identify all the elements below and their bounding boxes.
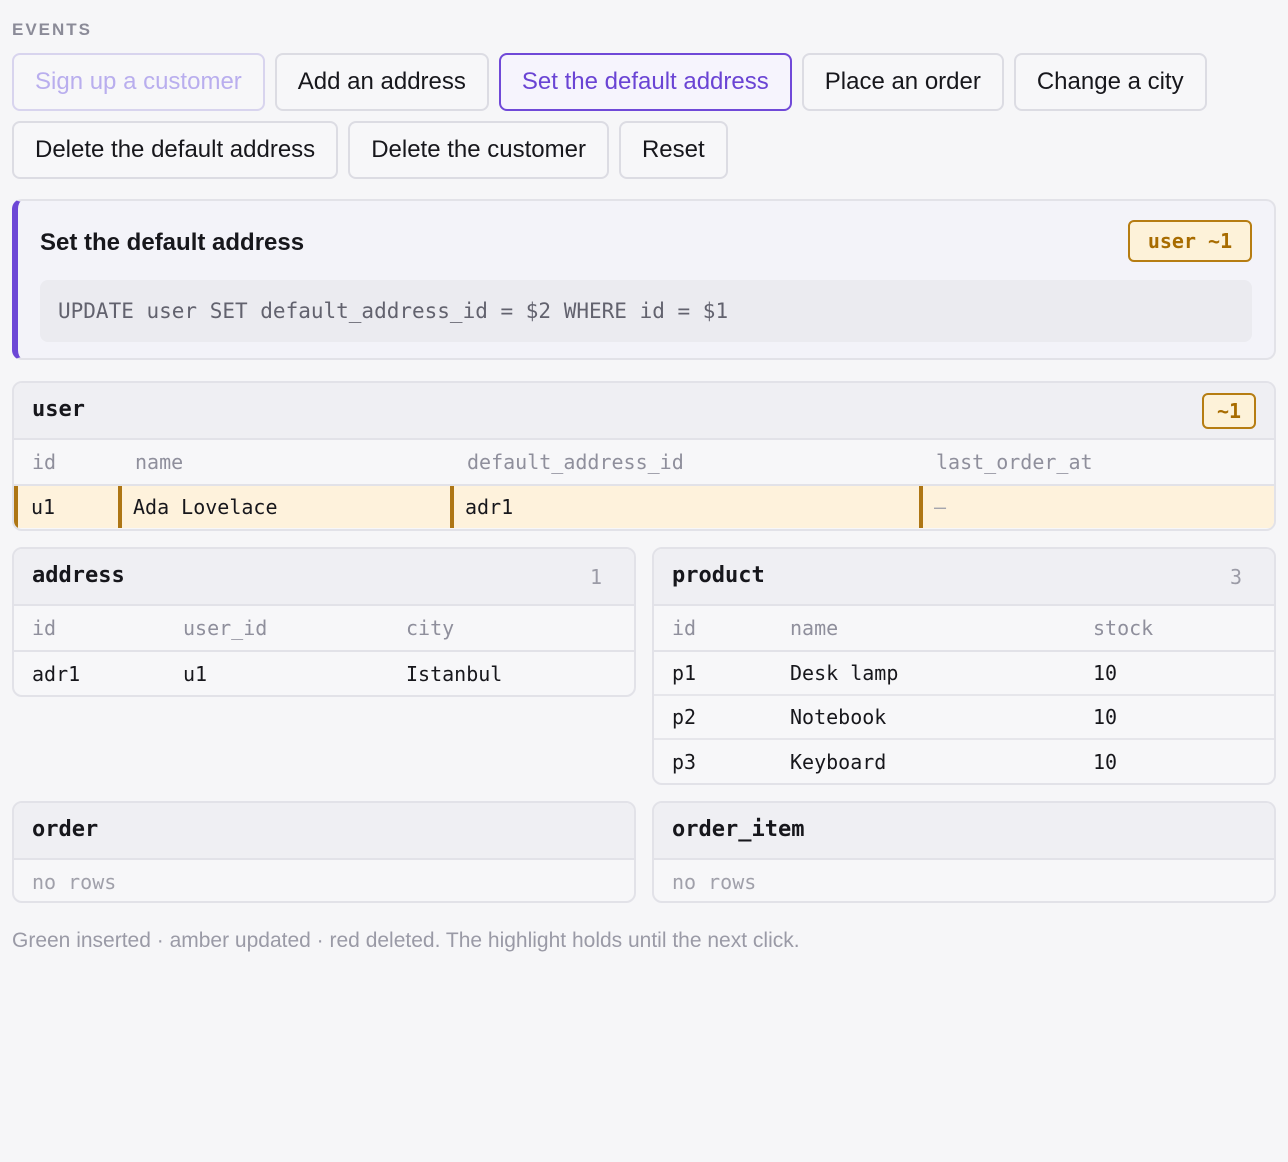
table-cell: Ada Lovelace <box>118 486 450 528</box>
table-cell: 10 <box>1093 661 1118 685</box>
table-cell: p1 <box>672 661 697 685</box>
delete-customer-button[interactable]: Delete the customer <box>348 121 609 179</box>
column-header: default_address_id <box>467 450 684 474</box>
row-count: 1 <box>589 565 602 589</box>
table-cell: 10 <box>1093 750 1118 774</box>
column-header: id <box>32 616 57 640</box>
product-table-header: product 3 <box>654 549 1274 606</box>
place-order-button[interactable]: Place an order <box>801 53 1004 111</box>
column-header: name <box>135 450 184 474</box>
delete-default-address-button[interactable]: Delete the default address <box>12 121 339 179</box>
user-table: user ~1 id name default_address_id last_… <box>12 381 1276 531</box>
event-buttons-row-2: Delete the default address Delete the cu… <box>12 121 728 179</box>
column-header: user_id <box>183 616 268 640</box>
column-header: id <box>672 616 697 640</box>
order-item-table: order_item no rows <box>652 801 1276 903</box>
table-name: user <box>32 397 85 422</box>
table-cell: adr1 <box>450 486 919 528</box>
reset-button[interactable]: Reset <box>618 121 728 179</box>
table-cell: Istanbul <box>406 662 503 686</box>
table-name: order_item <box>672 817 805 842</box>
change-badge: user ~1 <box>1128 220 1252 262</box>
events-label: EVENTS <box>12 20 93 39</box>
order-table-header: order <box>14 803 634 860</box>
column-header: id <box>32 450 57 474</box>
table-cell: p3 <box>672 750 697 774</box>
table-cell: 10 <box>1093 705 1118 729</box>
legend-note: Green inserted · amber updated · red del… <box>12 929 800 952</box>
table-cell: — <box>919 486 1274 528</box>
set-default-address-button[interactable]: Set the default address <box>498 53 792 111</box>
table-cell: Desk lamp <box>790 661 899 685</box>
table-name: address <box>32 563 125 588</box>
table-cell: adr1 <box>32 662 81 686</box>
table-cell: Keyboard <box>790 750 887 774</box>
table-row: adr1 u1 Istanbul <box>14 652 634 695</box>
table-cell: u1 <box>183 662 208 686</box>
table-row: p1 Desk lamp 10 <box>654 652 1274 696</box>
column-headers: id name stock <box>654 606 1274 652</box>
table-cell: p2 <box>672 705 697 729</box>
column-header: stock <box>1093 616 1154 640</box>
statement-title: Set the default address <box>40 229 305 256</box>
table-row: p2 Notebook 10 <box>654 696 1274 740</box>
address-table: address 1 id user_id city adr1 u1 Istanb… <box>12 547 636 697</box>
sql-statement: UPDATE user SET default_address_id = $2 … <box>40 280 1252 342</box>
change-count-badge: ~1 <box>1202 393 1256 429</box>
order-item-table-header: order_item <box>654 803 1274 860</box>
order-table: order no rows <box>12 801 636 903</box>
user-table-header: user ~1 <box>14 383 1274 440</box>
product-table: product 3 id name stock p1 Desk lamp 10 … <box>652 547 1276 785</box>
table-row: u1 Ada Lovelace adr1 — <box>14 486 1274 528</box>
table-row: p3 Keyboard 10 <box>654 740 1274 783</box>
empty-message: no rows <box>672 870 757 894</box>
row-count: 3 <box>1229 565 1242 589</box>
column-headers: id user_id city <box>14 606 634 652</box>
column-header: city <box>406 616 455 640</box>
sign-up-customer-button[interactable]: Sign up a customer <box>12 53 265 111</box>
table-cell: Notebook <box>790 705 887 729</box>
empty-message: no rows <box>32 870 117 894</box>
statement-panel: Set the default address user ~1 UPDATE u… <box>12 199 1276 360</box>
column-header: name <box>790 616 839 640</box>
table-name: product <box>672 563 765 588</box>
address-table-header: address 1 <box>14 549 634 606</box>
add-address-button[interactable]: Add an address <box>274 53 489 111</box>
change-city-button[interactable]: Change a city <box>1013 53 1207 111</box>
column-headers: id name default_address_id last_order_at <box>14 440 1274 486</box>
event-buttons-row-1: Sign up a customer Add an address Set th… <box>12 53 1207 111</box>
column-header: last_order_at <box>936 450 1093 474</box>
table-cell: u1 <box>14 486 117 528</box>
table-name: order <box>32 817 99 842</box>
